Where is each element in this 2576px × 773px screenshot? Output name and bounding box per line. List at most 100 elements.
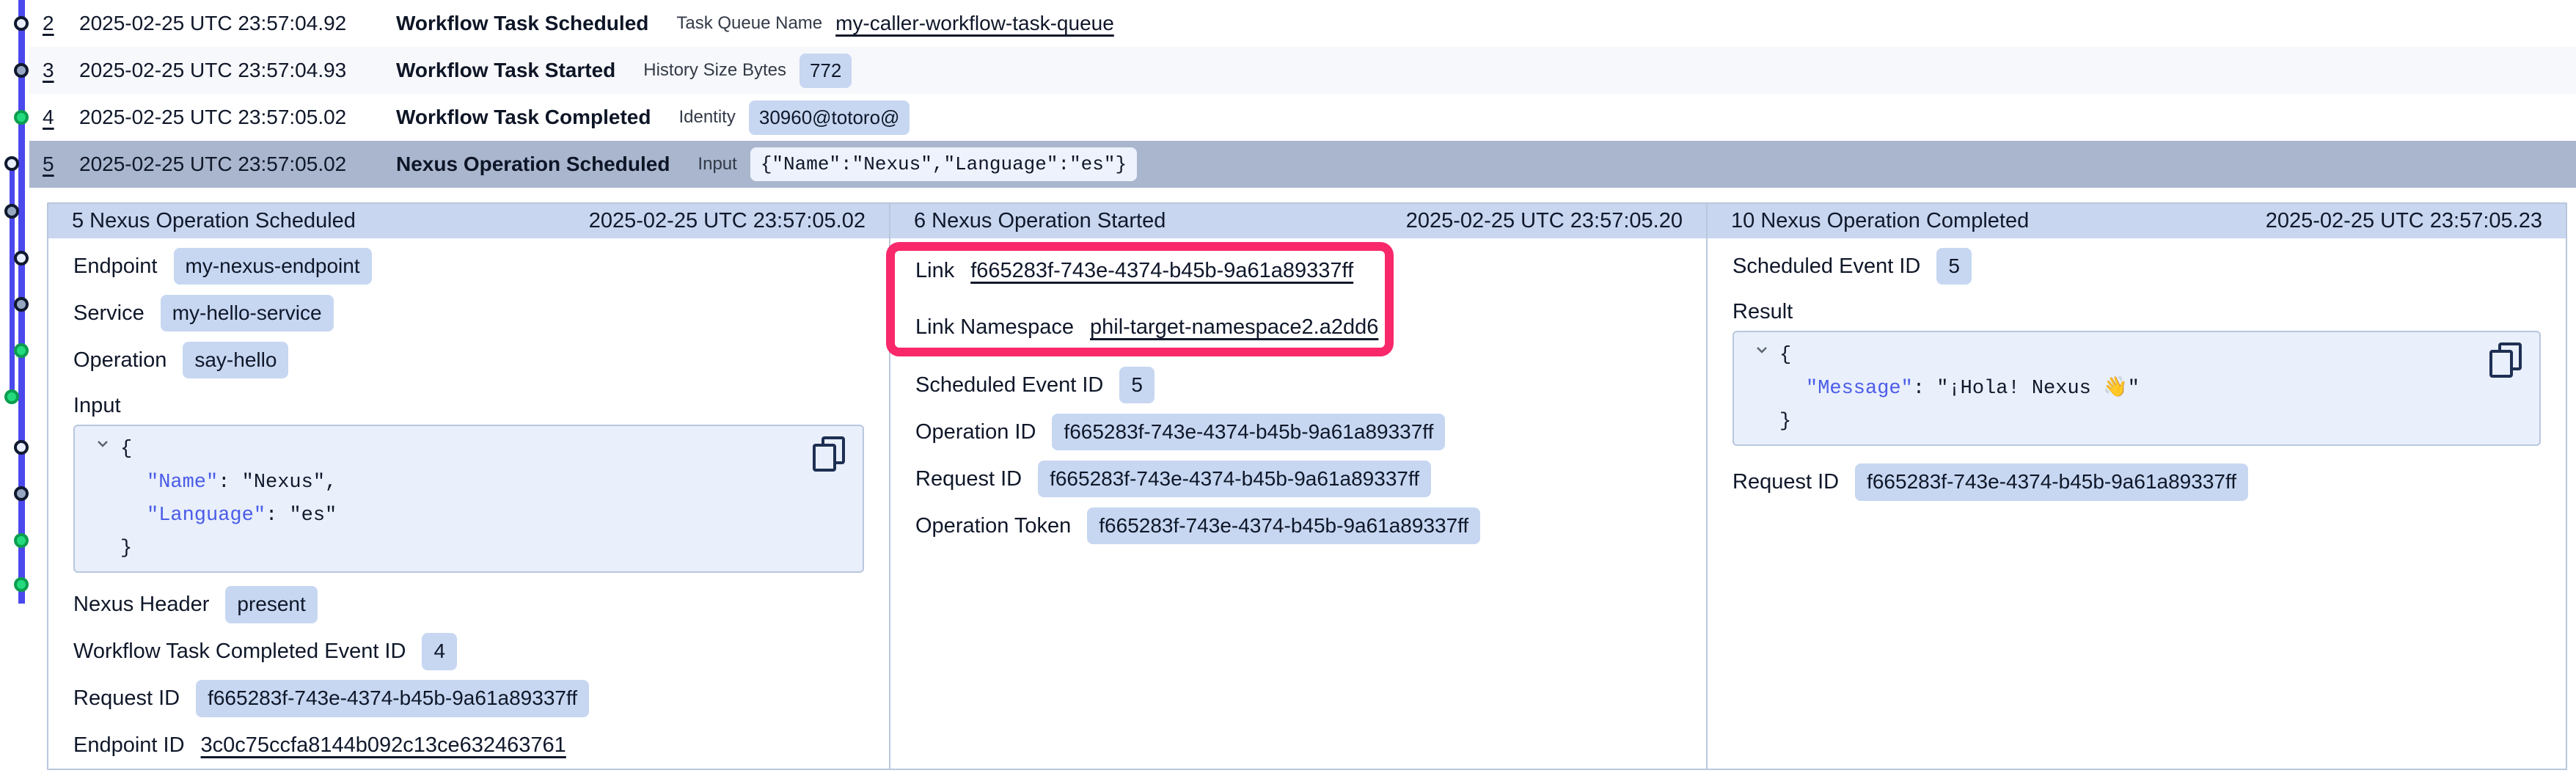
code-line: "Message": "¡Hola! Nexus 👋" <box>1753 373 2520 406</box>
event-name: Workflow Task Scheduled <box>396 12 648 35</box>
panel-title: 6 Nexus Operation Started <box>914 209 1166 233</box>
panel-header: 6 Nexus Operation Started 2025-02-25 UTC… <box>890 204 1706 238</box>
copy-icon[interactable] <box>2489 342 2522 378</box>
field-value-badge: f665283f-743e-4374-b45b-9a61a89337ff <box>1087 508 1480 545</box>
field-value-badge: say-hello <box>183 342 288 379</box>
copy-icon[interactable] <box>813 436 845 472</box>
field-operation: Operation say-hello <box>73 337 864 384</box>
field-label: Link <box>915 259 954 283</box>
field-operation-token: Operation Token f665283f-743e-4374-b45b-… <box>915 502 1681 549</box>
timeline-node-completed <box>4 389 19 404</box>
code-line: } <box>1753 406 2520 439</box>
panel-title: 10 Nexus Operation Completed <box>1731 209 2029 233</box>
timeline-node-started <box>14 63 29 78</box>
field-label: Operation <box>73 348 167 373</box>
identity-badge: 30960@totoro@ <box>749 100 910 135</box>
event-id-link[interactable]: 5 <box>43 153 65 176</box>
event-attr-label: Task Queue Name <box>676 13 822 34</box>
event-id-link[interactable]: 4 <box>43 106 65 129</box>
code-line: { <box>1753 338 2520 373</box>
field-label: Endpoint ID <box>73 733 185 758</box>
json-value: "es" <box>289 505 337 527</box>
input-payload-badge: {"Name":"Nexus","Language":"es"} <box>750 147 1137 181</box>
field-workflow-task-completed-event-id: Workflow Task Completed Event ID 4 <box>73 629 864 675</box>
result-section-label: Result <box>1732 293 2541 331</box>
field-label: Service <box>73 301 144 326</box>
field-label: Request ID <box>1732 470 1839 494</box>
endpoint-id-link[interactable]: 3c0c75ccfa8144b092c13ce632463761 <box>201 733 566 758</box>
event-id-link[interactable]: 2 <box>43 12 65 35</box>
json-key: "Message" <box>1806 378 1913 400</box>
event-row-2[interactable]: 2 2025-02-25 UTC 23:57:04.92 Workflow Ta… <box>29 0 2576 47</box>
result-payload-codeblock: { "Message": "¡Hola! Nexus 👋" } <box>1732 331 2541 446</box>
event-name: Workflow Task Completed <box>396 106 651 129</box>
timeline-node-completed <box>14 577 29 592</box>
field-label: Request ID <box>915 467 1022 491</box>
link-namespace-link[interactable]: phil-target-namespace2.a2dd6 <box>1090 315 1378 340</box>
field-operation-id: Operation ID f665283f-743e-4374-b45b-9a6… <box>915 409 1681 455</box>
input-payload-codeblock: { "Name": "Nexus", "Language": "es" } <box>73 425 864 573</box>
field-link: Link f665283f-743e-4374-b45b-9a61a89337f… <box>915 243 1681 299</box>
event-timestamp: 2025-02-25 UTC 23:57:05.02 <box>79 153 396 176</box>
timeline-branch-line <box>10 164 15 397</box>
field-scheduled-event-id: Scheduled Event ID 5 <box>1732 243 2541 290</box>
code-line: { <box>94 432 844 466</box>
field-link-namespace: Link Namespace phil-target-namespace2.a2… <box>915 299 1681 356</box>
field-value-badge: 5 <box>1936 248 1972 285</box>
event-row-4[interactable]: 4 2025-02-25 UTC 23:57:05.02 Workflow Ta… <box>29 94 2576 141</box>
json-sep: : <box>266 505 289 527</box>
timeline-node-completed <box>14 533 29 548</box>
field-value-badge: 4 <box>422 633 457 670</box>
code-line: "Name": "Nexus", <box>94 466 844 499</box>
event-row-3[interactable]: 3 2025-02-25 UTC 23:57:04.93 Workflow Ta… <box>29 47 2576 94</box>
timeline-node-completed <box>14 110 29 125</box>
chevron-down-icon[interactable] <box>94 432 111 465</box>
event-id-link[interactable]: 3 <box>43 59 65 82</box>
code-line: } <box>94 532 844 565</box>
field-value-badge: f665283f-743e-4374-b45b-9a61a89337ff <box>1052 414 1445 451</box>
field-label: Link Namespace <box>915 315 1074 340</box>
timeline-node-started <box>14 297 29 312</box>
json-sep: : <box>218 472 241 494</box>
field-nexus-header: Nexus Header present <box>73 582 864 629</box>
code-open-brace: { <box>1779 345 1791 367</box>
link-value-link[interactable]: f665283f-743e-4374-b45b-9a61a89337ff <box>970 259 1353 283</box>
code-line: "Language": "es" <box>94 499 844 532</box>
panel-nexus-operation-completed: 10 Nexus Operation Completed 2025-02-25 … <box>1706 204 2566 769</box>
field-label: Nexus Header <box>73 593 209 617</box>
panel-nexus-operation-scheduled: 5 Nexus Operation Scheduled 2025-02-25 U… <box>48 204 889 769</box>
event-timestamp: 2025-02-25 UTC 23:57:05.02 <box>79 106 396 129</box>
field-value-badge: 5 <box>1119 367 1155 404</box>
field-endpoint: Endpoint my-nexus-endpoint <box>73 243 864 290</box>
field-label: Scheduled Event ID <box>1732 254 1920 279</box>
timeline-node-completed <box>14 343 29 358</box>
code-open-brace: { <box>120 439 132 461</box>
field-label: Scheduled Event ID <box>915 373 1103 398</box>
timeline-node-scheduled <box>14 251 29 265</box>
panel-title: 5 Nexus Operation Scheduled <box>72 209 356 233</box>
panel-nexus-operation-started: 6 Nexus Operation Started 2025-02-25 UTC… <box>889 204 1706 769</box>
event-detail-panels: 5 Nexus Operation Scheduled 2025-02-25 U… <box>47 202 2567 770</box>
json-sep: : <box>1913 378 1936 400</box>
event-attr-label: Identity <box>678 107 735 128</box>
panel-header: 5 Nexus Operation Scheduled 2025-02-25 U… <box>48 204 889 238</box>
event-timestamp: 2025-02-25 UTC 23:57:04.93 <box>79 59 396 82</box>
field-request-id: Request ID f665283f-743e-4374-b45b-9a61a… <box>915 455 1681 502</box>
json-value: "¡Hola! Nexus 👋" <box>1936 378 2140 400</box>
event-history-table: 2 2025-02-25 UTC 23:57:04.92 Workflow Ta… <box>0 0 2576 188</box>
event-attr-label: Input <box>698 154 736 175</box>
event-row-5[interactable]: 5 2025-02-25 UTC 23:57:05.02 Nexus Opera… <box>29 141 2576 188</box>
field-label: Operation Token <box>915 514 1071 538</box>
task-queue-link[interactable]: my-caller-workflow-task-queue <box>835 12 1114 35</box>
history-size-badge: 772 <box>799 54 852 88</box>
field-value-badge: f665283f-743e-4374-b45b-9a61a89337ff <box>1855 464 2248 501</box>
event-timestamp: 2025-02-25 UTC 23:57:04.92 <box>79 12 396 35</box>
chevron-down-icon[interactable] <box>1753 338 1771 371</box>
field-scheduled-event-id: Scheduled Event ID 5 <box>915 362 1681 409</box>
panel-timestamp: 2025-02-25 UTC 23:57:05.23 <box>2266 209 2542 233</box>
field-label: Workflow Task Completed Event ID <box>73 640 406 664</box>
timeline-node-scheduled <box>14 16 29 31</box>
code-close-brace: } <box>1779 411 1791 433</box>
field-service: Service my-hello-service <box>73 290 864 337</box>
field-request-id: Request ID f665283f-743e-4374-b45b-9a61a… <box>73 675 864 722</box>
